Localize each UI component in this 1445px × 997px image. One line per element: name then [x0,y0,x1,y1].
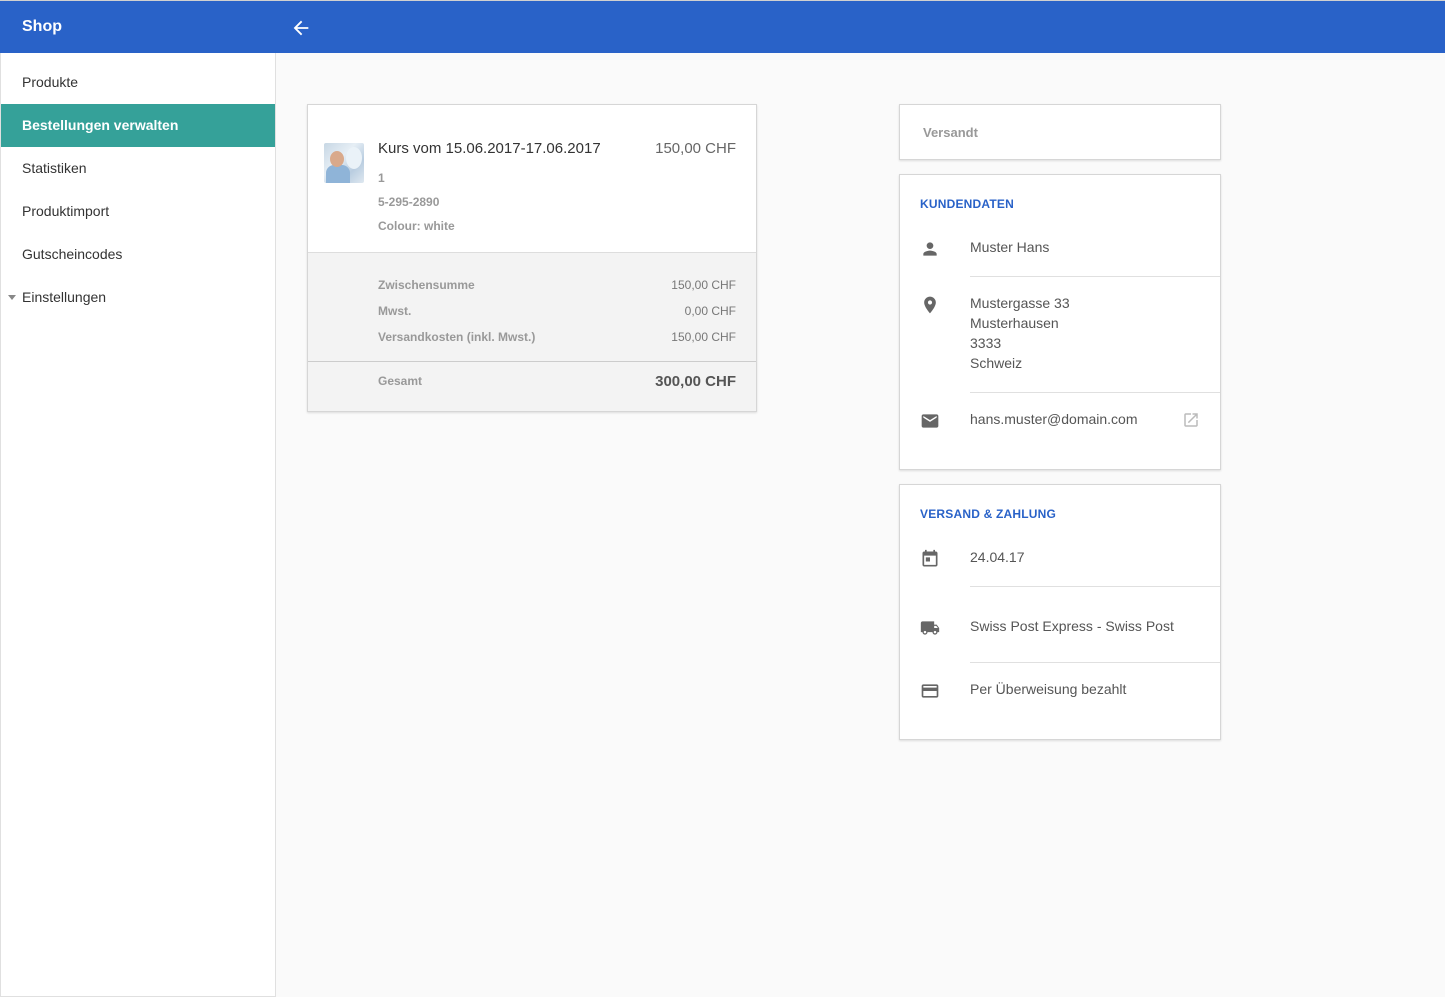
sidebar-item-einstellungen[interactable]: Einstellungen [1,276,275,319]
app-title: Shop [22,18,62,35]
divider [970,276,1220,277]
address-line-2: Musterhausen [970,315,1059,331]
calendar-icon [922,549,938,567]
shipping-section-title: VERSAND & ZAHLUNG [920,507,1057,521]
customer-card: KUNDENDATEN Muster Hans Mustergasse 33 M… [899,174,1221,470]
status-card[interactable]: Versandt [899,104,1221,160]
person-icon [923,242,937,256]
vat-label: Mwst. [378,304,412,318]
subtotal-value: 150,00 CHF [671,278,736,292]
customer-name: Muster Hans [970,239,1050,255]
address-line-1: Mustergasse 33 [970,295,1070,311]
sidebar-item-bestellungen[interactable]: Bestellungen verwalten [1,104,275,147]
divider [970,586,1220,587]
truck-icon [920,621,940,635]
payment-status: Per Überweisung bezahlt [970,681,1127,697]
order-item: Kurs vom 15.06.2017-17.06.2017 150,00 CH… [308,105,756,253]
order-date: 24.04.17 [970,549,1025,565]
order-status: Versandt [923,125,978,140]
shipping-method: Swiss Post Express - Swiss Post [970,618,1174,634]
arrow-left-icon[interactable] [290,17,312,39]
location-pin-icon [924,296,936,314]
shipping-payment-card: VERSAND & ZAHLUNG 24.04.17 Swiss Post Ex… [899,484,1221,740]
total-label: Gesamt [378,374,423,388]
shipping-cost-label: Versandkosten (inkl. Mwst.) [378,330,536,344]
divider [308,361,756,362]
product-thumbnail [324,143,364,183]
sidebar-item-produkte[interactable]: Produkte [1,61,275,104]
item-quantity: 1 [378,171,385,185]
envelope-icon [921,414,939,428]
item-sku: 5-295-2890 [378,195,440,209]
item-title: Kurs vom 15.06.2017-17.06.2017 [378,140,601,157]
order-card: Kurs vom 15.06.2017-17.06.2017 150,00 CH… [307,104,757,412]
customer-section-title: KUNDENDATEN [920,197,1014,211]
subtotal-label: Zwischensumme [378,278,475,292]
item-variant: Colour: white [378,219,455,233]
divider [970,662,1220,663]
sidebar: Produkte Bestellungen verwalten Statisti… [0,53,276,997]
address-line-3: 3333 [970,335,1002,351]
credit-card-icon [921,684,939,698]
divider [970,392,1220,393]
total-value: 300,00 CHF [655,373,736,390]
app-header: Shop [0,0,1445,53]
order-summary: Zwischensumme 150,00 CHF Mwst. 0,00 CHF … [308,253,756,411]
sidebar-item-statistiken[interactable]: Statistiken [1,147,275,190]
sidebar-item-gutscheincodes[interactable]: Gutscheincodes [1,233,275,276]
sidebar-item-produktimport[interactable]: Produktimport [1,190,275,233]
address-line-4: Schweiz [970,355,1023,371]
shipping-cost-value: 150,00 CHF [671,330,736,344]
open-in-new-icon[interactable] [1182,411,1200,429]
vat-value: 0,00 CHF [684,304,736,318]
item-price: 150,00 CHF [655,140,736,157]
sidebar-item-label: Einstellungen [22,289,107,305]
caret-down-icon [8,295,16,300]
customer-email[interactable]: hans.muster@domain.com [970,409,1138,429]
